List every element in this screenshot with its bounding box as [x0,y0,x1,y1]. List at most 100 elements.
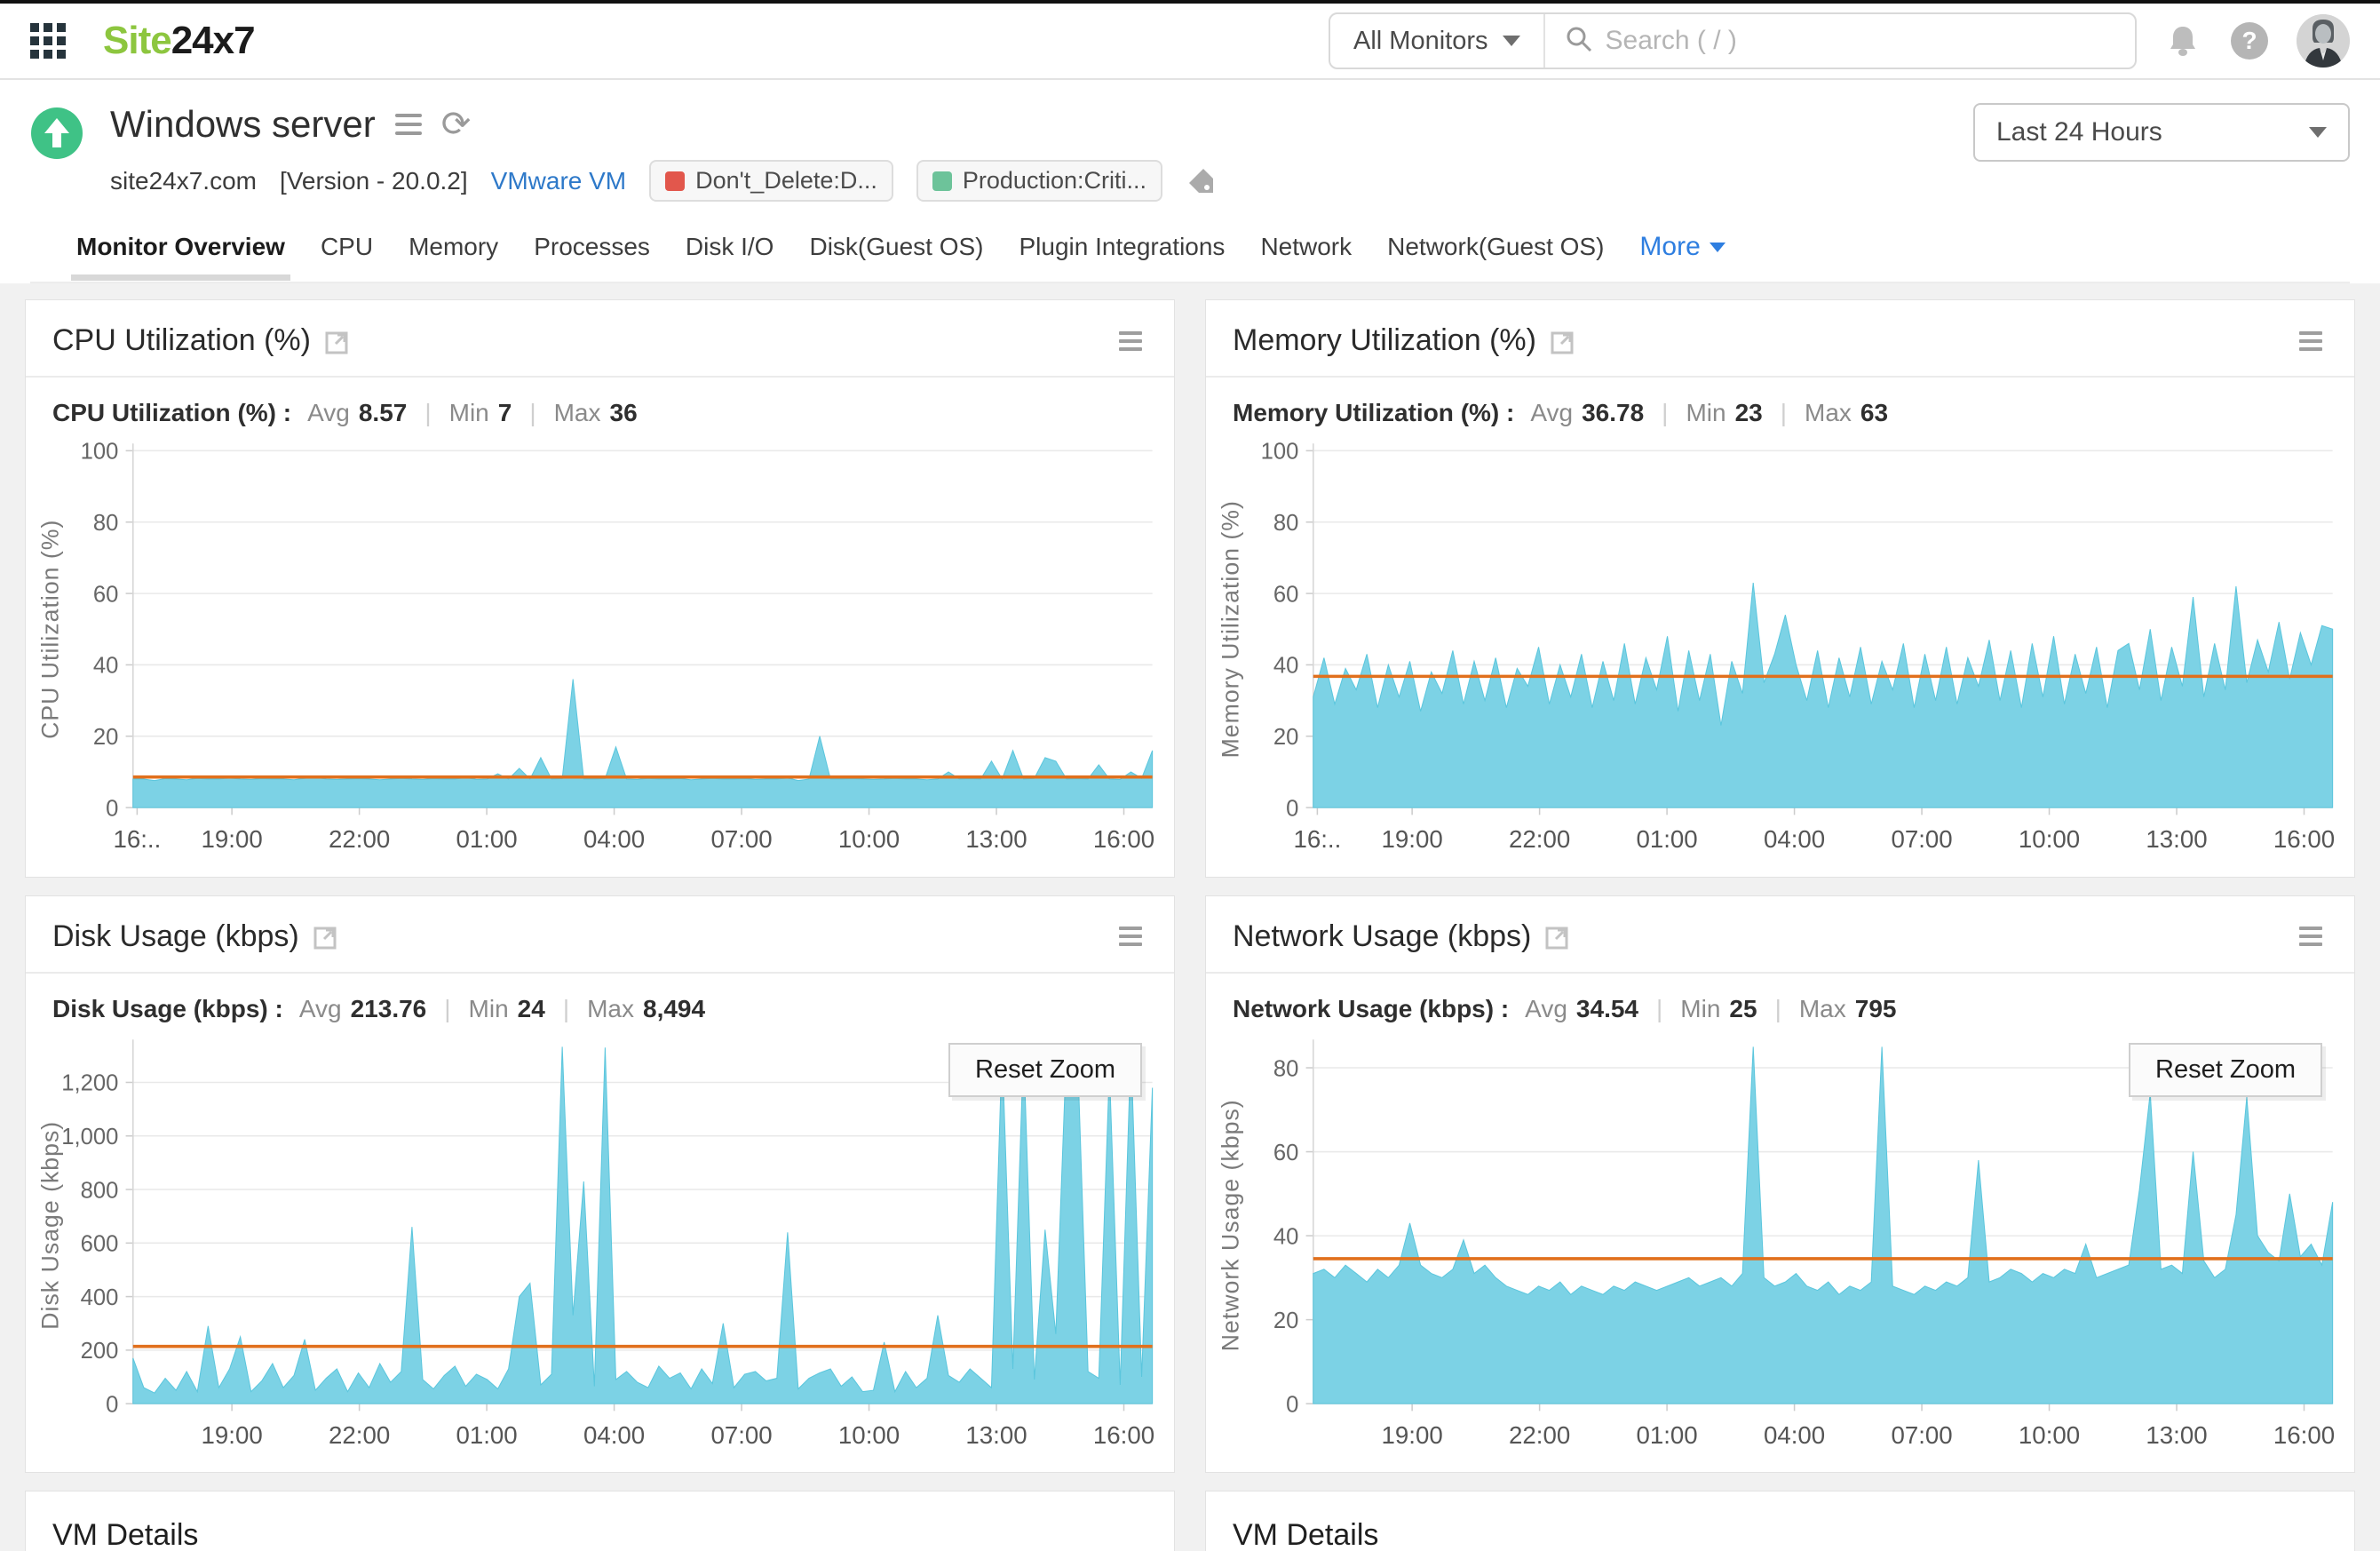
vmware-vm-link[interactable]: VMware VM [491,167,626,195]
page-title: Windows server [110,103,376,145]
svg-text:80: 80 [1273,1056,1299,1081]
expand-chart-icon[interactable] [1545,923,1572,950]
svg-text:01:00: 01:00 [456,1421,517,1449]
tab-network[interactable]: Network [1260,233,1352,281]
svg-text:600: 600 [81,1231,119,1256]
chart-stats: Memory Utilization (%) : Avg 36.78 | Min 2… [1233,399,1889,426]
svg-text:01:00: 01:00 [1636,1421,1697,1449]
status-up-icon [30,107,83,164]
svg-text:22:00: 22:00 [329,825,390,853]
svg-text:22:00: 22:00 [329,1421,390,1449]
time-range-dropdown[interactable]: Last 24 Hours [1973,103,2350,162]
svg-text:19:00: 19:00 [1382,1421,1443,1449]
dashboard-grid: CPU Utilization (%) CPU Utilization (%) … [0,283,2380,1551]
tab-memory[interactable]: Memory [409,233,498,281]
memory-utilization-panel: Memory Utilization (%) Memory Utilizatio… [1205,299,2355,878]
svg-text:40: 40 [93,654,119,679]
help-icon[interactable]: ? [2229,20,2270,61]
svg-text:16:..: 16:.. [1293,825,1341,853]
vm-details-panel-left: VM Details Host Name s24x7-w10.site24x7.… [25,1491,1175,1551]
svg-text:60: 60 [1273,1140,1299,1165]
panel-menu-icon[interactable] [2294,921,2328,951]
reset-zoom-button[interactable]: Reset Zoom [2129,1042,2322,1097]
monitors-dropdown[interactable]: All Monitors [1330,14,1545,68]
monitor-menu-icon[interactable] [394,114,422,135]
tab-plugin-integrations[interactable]: Plugin Integrations [1019,233,1226,281]
panel-menu-icon[interactable] [2294,326,2328,356]
tab-disk-guest-os[interactable]: Disk(Guest OS) [809,233,983,281]
tab-monitor-overview[interactable]: Monitor Overview [71,233,290,281]
svg-text:1,200: 1,200 [61,1070,118,1095]
svg-text:13:00: 13:00 [965,1421,1027,1449]
svg-text:04:00: 04:00 [583,825,645,853]
global-search-group: All Monitors [1329,12,2137,69]
svg-text:16:00: 16:00 [2273,1421,2335,1449]
tag-chip[interactable]: Don't_Delete:D... [649,160,893,202]
svg-text:40: 40 [1273,1224,1299,1249]
svg-text:16:..: 16:.. [113,825,161,853]
svg-text:22:00: 22:00 [1509,825,1570,853]
panel-menu-icon[interactable] [1114,921,1147,951]
tab-processes[interactable]: Processes [534,233,650,281]
svg-text:100: 100 [81,440,119,465]
network-usage-panel: Network Usage (kbps) Network Usage (kbps… [1205,895,2355,1474]
search-field-wrap [1545,25,2136,58]
site24x7-logo[interactable]: Site24x7 [103,19,256,63]
search-input[interactable] [1605,26,2115,56]
tag-color-square [665,171,686,191]
tab-network-guest-os[interactable]: Network(Guest OS) [1387,233,1604,281]
chevron-down-icon [1502,36,1520,46]
user-avatar[interactable] [2297,14,2350,68]
svg-text:04:00: 04:00 [1764,1421,1825,1449]
reset-zoom-button[interactable]: Reset Zoom [948,1042,1142,1097]
svg-text:13:00: 13:00 [2146,1421,2207,1449]
svg-text:04:00: 04:00 [1764,825,1825,853]
memory-utilization-chart[interactable]: 0 20 40 60 80 100 16:.. 19:00 22:00 01:00 04:00 07:… [1211,436,2345,864]
vm-details-title: VM Details [1233,1518,1379,1551]
svg-text:01:00: 01:00 [1636,825,1697,853]
chart-stats: CPU Utilization (%) : Avg 8.57 | Min 7 | M… [52,399,638,426]
svg-text:13:00: 13:00 [2146,825,2207,853]
search-icon [1565,25,1593,58]
tag-icon[interactable] [1186,166,1216,196]
top-navigation-bar: Site24x7 All Monitors ? [0,4,2380,80]
svg-text:19:00: 19:00 [1382,825,1443,853]
svg-text:07:00: 07:00 [710,825,772,853]
tag-chip[interactable]: Production:Criti... [916,160,1162,202]
svg-text:?: ? [2241,27,2257,54]
tab-cpu[interactable]: CPU [321,233,373,281]
panel-title: Memory Utilization (%) [1233,323,1536,357]
svg-text:100: 100 [1261,440,1299,465]
svg-text:01:00: 01:00 [456,825,517,853]
panel-title: Network Usage (kbps) [1233,919,1532,953]
monitor-tabs: Monitor Overview CPU Memory Processes Di… [30,202,2350,283]
panel-menu-icon[interactable] [1114,326,1147,356]
svg-text:16:00: 16:00 [2273,825,2335,853]
svg-text:04:00: 04:00 [583,1421,645,1449]
chevron-down-icon [2309,127,2327,138]
svg-text:07:00: 07:00 [1891,825,1952,853]
svg-text:10:00: 10:00 [2019,825,2080,853]
svg-text:60: 60 [1273,582,1299,607]
notifications-bell-icon[interactable] [2163,21,2202,60]
app-grid-icon[interactable] [30,23,66,59]
tag-color-square [932,171,952,191]
svg-text:80: 80 [93,511,119,536]
vm-details-panel-right: VM Details ESX/ESXi Host Name 172.21.112… [1205,1491,2355,1551]
panel-title: CPU Utilization (%) [52,323,311,357]
tab-more[interactable]: More [1639,232,1726,282]
svg-text:800: 800 [81,1178,119,1203]
svg-text:200: 200 [81,1339,119,1364]
monitor-header: Windows server ⟳ site24x7.com [Version -… [0,80,2380,283]
tab-disk-io[interactable]: Disk I/O [686,233,774,281]
refresh-icon[interactable]: ⟳ [441,107,472,142]
svg-text:19:00: 19:00 [202,825,263,853]
expand-chart-icon[interactable] [1551,328,1577,354]
expand-chart-icon[interactable] [313,923,340,950]
cpu-utilization-chart[interactable]: 0 20 40 60 80 100 16:.. 19:00 22:00 01:00 04:00 07:… [31,436,1165,864]
expand-chart-icon[interactable] [325,328,352,354]
svg-text:400: 400 [81,1285,119,1310]
svg-text:10:00: 10:00 [2019,1421,2080,1449]
svg-text:80: 80 [1273,511,1299,536]
monitor-domain: site24x7.com [110,166,257,195]
